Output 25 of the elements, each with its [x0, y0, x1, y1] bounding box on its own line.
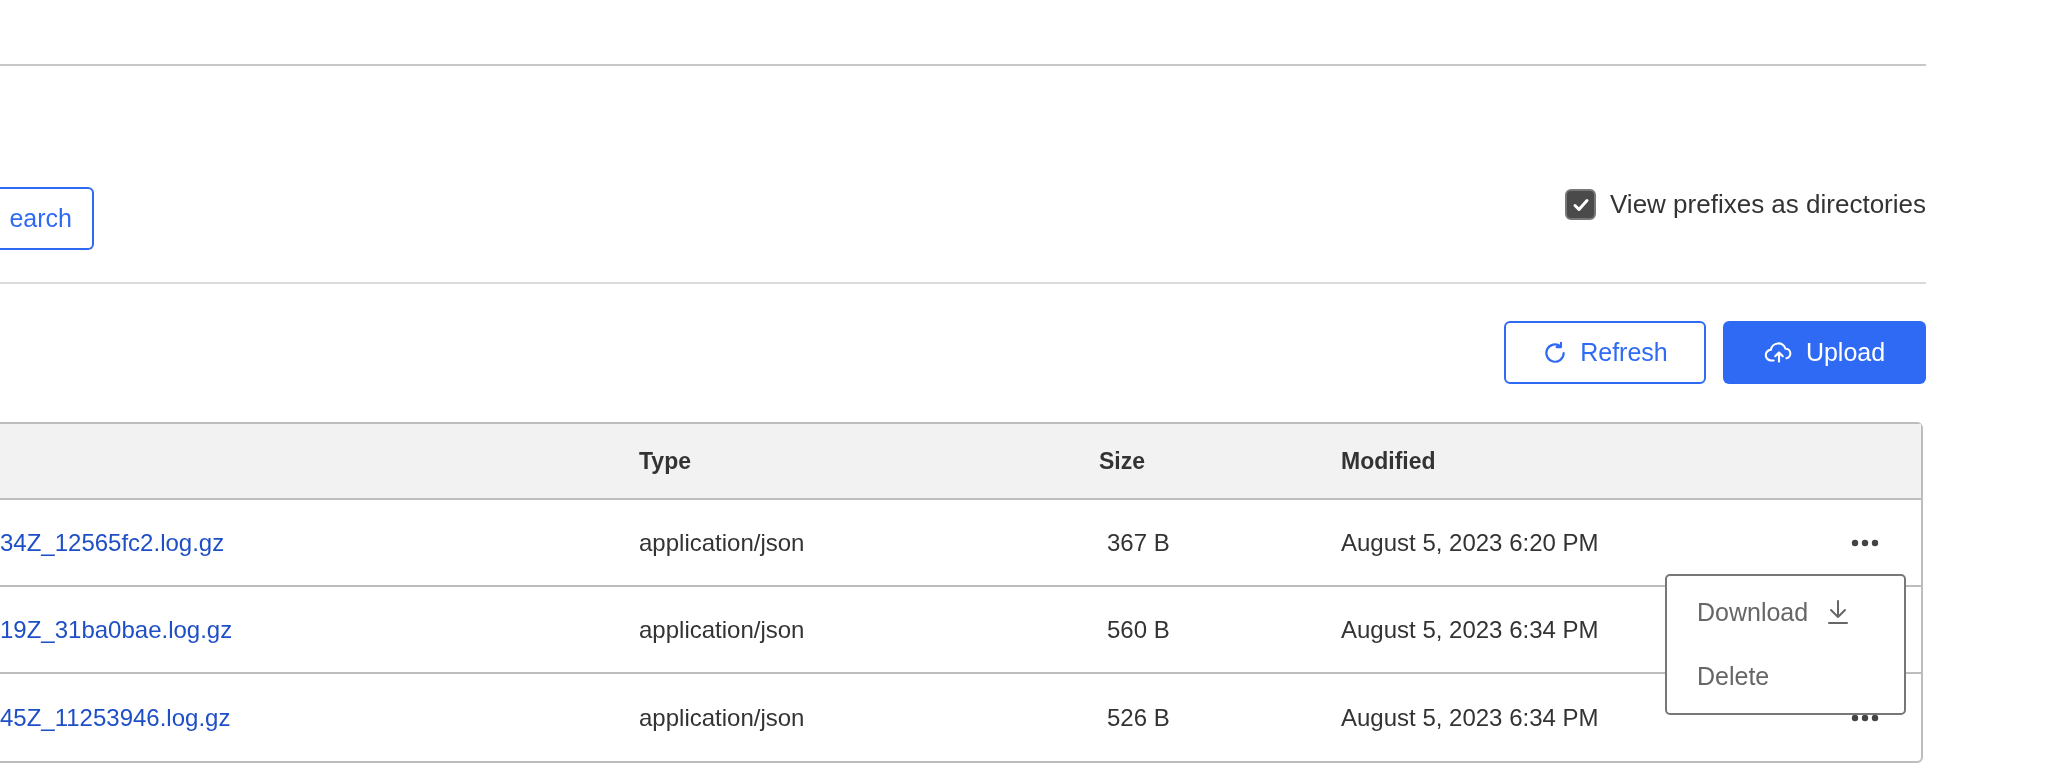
column-header: Size: [1099, 446, 1146, 476]
table-cell-text: application/json: [639, 702, 805, 733]
download-icon: [1826, 599, 1851, 626]
search-button[interactable]: earch: [0, 187, 94, 250]
menu-item[interactable]: Delete: [1667, 650, 1904, 703]
file-link[interactable]: 45Z_11253946.log.gz: [0, 699, 231, 736]
file-link[interactable]: 19Z_31ba0bae.log.gz: [0, 611, 233, 648]
table-cell-text: 526 B: [1107, 702, 1170, 733]
checkbox[interactable]: [1565, 189, 1596, 220]
more-icon[interactable]: [1851, 538, 1879, 547]
table-cell-text: August 5, 2023 6:34 PM: [1341, 614, 1599, 645]
table-cell-text: August 5, 2023 6:20 PM: [1341, 527, 1599, 558]
column-header: Modified: [1341, 446, 1436, 476]
menu-item[interactable]: Download: [1667, 586, 1904, 639]
refresh-button[interactable]: Refresh: [1504, 321, 1706, 384]
table-cell-text: August 5, 2023 6:34 PM: [1341, 702, 1599, 733]
file-link[interactable]: 34Z_12565fc2.log.gz: [0, 524, 225, 561]
table-cell-text: 560 B: [1107, 614, 1170, 645]
more-icon[interactable]: [1851, 713, 1879, 722]
checkbox-label: View prefixes as directories: [1610, 188, 1926, 221]
table-cell-text: application/json: [639, 527, 805, 558]
column-header: Type: [639, 446, 691, 476]
upload-button[interactable]: Upload: [1723, 321, 1926, 384]
table-cell-text: application/json: [639, 614, 805, 645]
table-cell-text: 367 B: [1107, 527, 1170, 558]
